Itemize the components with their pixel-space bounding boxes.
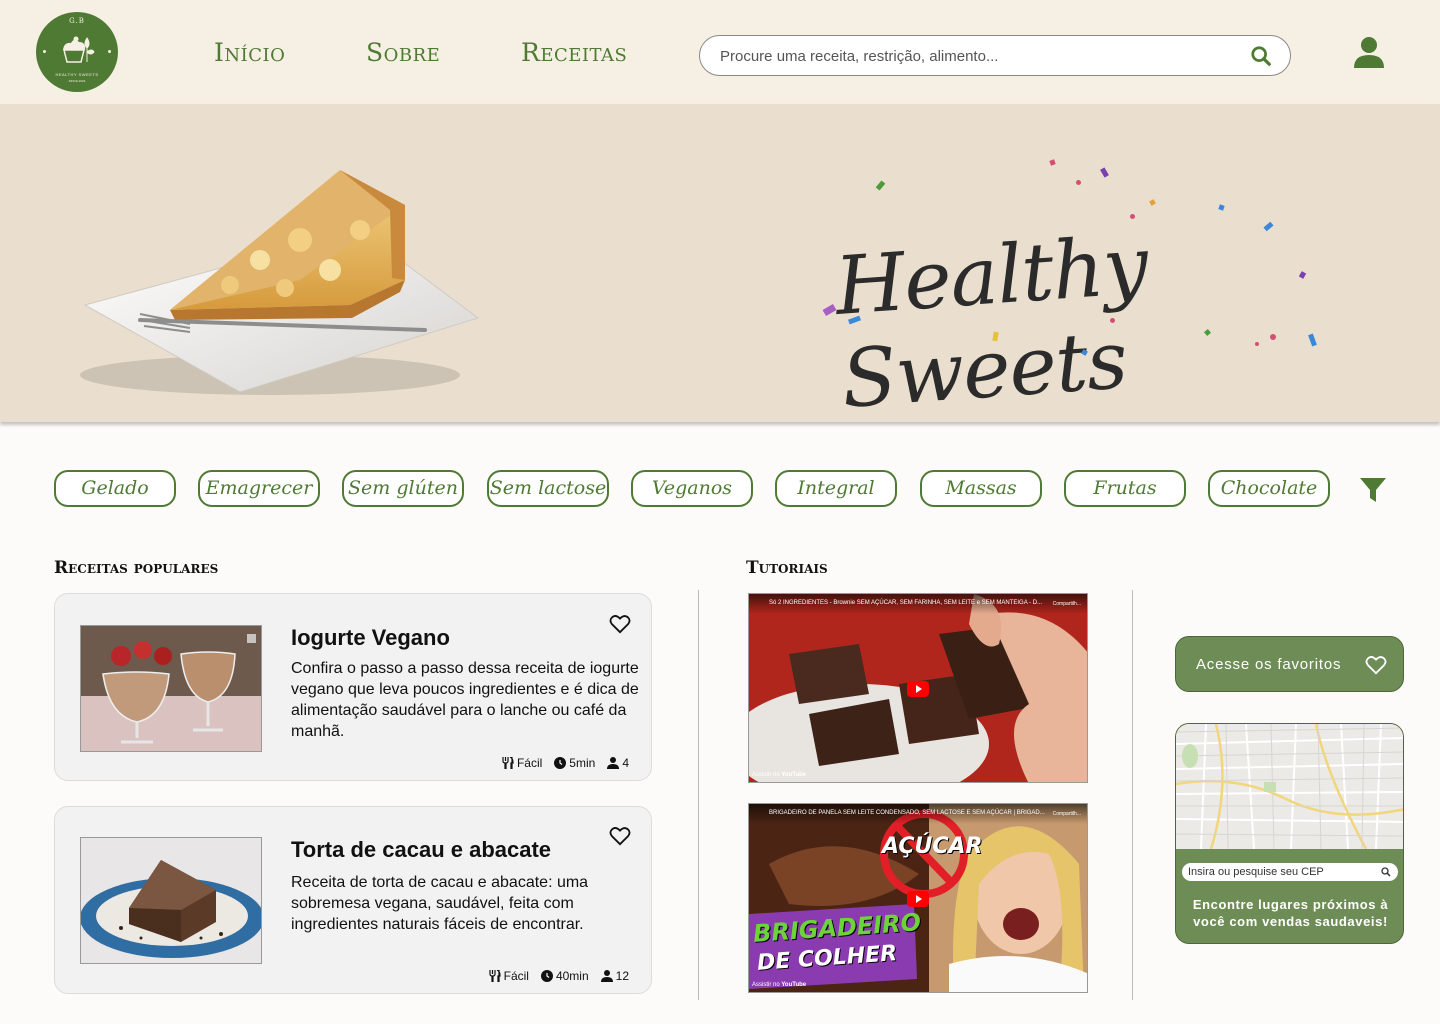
video-embed[interactable]: AÇÚCAR BRIGADEIRO DE COLHER BRIGADEIRO D… xyxy=(748,803,1088,993)
logo-since: SINCE 2023 xyxy=(68,79,86,83)
confetti xyxy=(875,180,886,191)
search-icon[interactable] xyxy=(1381,867,1391,877)
nearby-stores-text: Encontre lugares próximos à você com ven… xyxy=(1176,896,1403,930)
hero-banner: Healthy Sweets xyxy=(0,104,1440,422)
user-icon[interactable] xyxy=(1353,36,1385,68)
watch-on-youtube[interactable]: Assistir no YouTube xyxy=(752,982,806,988)
confetti xyxy=(1076,180,1081,185)
servings-label: 12 xyxy=(615,969,629,983)
thumbnail-text: AÇÚCAR xyxy=(882,834,983,859)
confetti xyxy=(1149,199,1156,206)
video-title[interactable]: BRIGADEIRO DE PANELA SEM LEITE CONDENSAD… xyxy=(749,804,1087,824)
nearby-stores-line1: Encontre lugares próximos à xyxy=(1192,897,1389,912)
recipe-description: Confira o passo a passo dessa receita de… xyxy=(291,660,639,740)
cep-search xyxy=(1182,863,1398,881)
recipe-title[interactable]: Iogurte Vegano xyxy=(291,625,450,651)
recipe-card[interactable]: Iogurte Vegano Confira o passo a passo d… xyxy=(54,593,652,781)
difficulty-info: Fácil xyxy=(489,969,529,983)
recipe-card[interactable]: Torta de cacau e abacate Receita de tort… xyxy=(54,806,652,994)
watch-label: Assistir no xyxy=(752,982,780,988)
servings-info: 12 xyxy=(600,969,629,983)
popular-recipes-title: Receitas populares xyxy=(54,558,219,578)
favorites-button[interactable]: Acesse os favoritos xyxy=(1175,636,1404,692)
filter-chip-chocolate[interactable]: Chocolate xyxy=(1208,470,1330,507)
filter-icon[interactable] xyxy=(1359,476,1387,504)
platform-label: YouTube xyxy=(781,982,807,988)
filter-chip-frutas[interactable]: Frutas xyxy=(1064,470,1186,507)
share-label[interactable]: Compartilh... xyxy=(1053,601,1081,607)
map-image[interactable] xyxy=(1176,724,1404,849)
confetti xyxy=(1049,159,1056,166)
platform-label: YouTube xyxy=(781,772,807,778)
filter-chip-massas[interactable]: Massas xyxy=(920,470,1042,507)
play-icon[interactable] xyxy=(907,891,929,907)
filter-chip-emagrecer[interactable]: Emagrecer xyxy=(198,470,320,507)
recipe-image xyxy=(80,625,262,752)
time-label: 5min xyxy=(569,756,596,770)
time-label: 40min xyxy=(555,969,589,983)
watch-on-youtube[interactable]: Assistir no YouTube xyxy=(752,772,806,778)
search-icon[interactable] xyxy=(1250,45,1272,67)
difficulty-label: Fácil xyxy=(516,756,543,770)
servings-info: 4 xyxy=(607,756,629,770)
time-info: 5min xyxy=(554,756,595,770)
confetti xyxy=(1270,334,1276,340)
video-embed[interactable]: Só 2 INGREDIENTES - Brownie SEM AÇÚCAR, … xyxy=(748,593,1088,783)
play-icon[interactable] xyxy=(907,681,929,697)
watch-label: Assistir no xyxy=(752,772,780,778)
difficulty-label: Fácil xyxy=(503,969,529,983)
pie-slice-image xyxy=(80,170,480,395)
cupcake-icon xyxy=(63,36,95,63)
column-divider xyxy=(1132,590,1133,1000)
filter-chip-integral[interactable]: Integral xyxy=(775,470,897,507)
recipe-image xyxy=(80,837,262,964)
filter-chip-veganos[interactable]: Veganos xyxy=(631,470,753,507)
confetti xyxy=(1100,167,1109,178)
nav-receitas[interactable]: Receitas xyxy=(521,38,627,67)
confetti xyxy=(1110,318,1115,323)
confetti xyxy=(822,303,837,317)
brand-logo[interactable]: G.B HEALTHY SWEETS SINCE 2023 xyxy=(36,12,118,92)
time-info: 40min xyxy=(540,969,589,983)
recipe-meta: Fácil 40min 12 xyxy=(489,969,629,983)
share-label[interactable]: Compartilh... xyxy=(1053,811,1081,817)
favorite-heart-icon[interactable] xyxy=(609,614,631,634)
clock-icon xyxy=(540,970,553,982)
logo-name: HEALTHY SWEETS xyxy=(55,72,99,77)
difficulty-info: Fácil xyxy=(502,756,542,770)
filter-chip-sem-lactose[interactable]: Sem lactose xyxy=(487,470,609,507)
video-title[interactable]: Só 2 INGREDIENTES - Brownie SEM AÇÚCAR, … xyxy=(749,594,1087,614)
search-bar xyxy=(699,35,1291,76)
confetti xyxy=(1130,214,1135,219)
filter-chip-sem-gluten[interactable]: Sem glúten xyxy=(342,470,464,507)
cep-input[interactable] xyxy=(1188,865,1378,879)
filter-chip-gelado[interactable]: Gelado xyxy=(54,470,176,507)
confetti xyxy=(1255,342,1259,346)
person-icon xyxy=(600,970,613,982)
search-input[interactable] xyxy=(720,44,1240,68)
nearby-stores-line2: você com vendas saudaveis! xyxy=(1193,914,1388,929)
recipe-meta: Fácil 5min 4 xyxy=(502,756,629,770)
favorite-heart-icon[interactable] xyxy=(609,826,631,846)
confetti xyxy=(1218,204,1225,211)
column-divider xyxy=(698,590,699,1000)
clock-icon xyxy=(554,757,567,769)
servings-label: 4 xyxy=(622,756,629,770)
logo-initials: G.B xyxy=(69,17,85,25)
heart-icon xyxy=(1365,656,1387,675)
utensils-icon xyxy=(489,970,501,982)
nearby-stores-card: Encontre lugares próximos à você com ven… xyxy=(1175,723,1404,944)
recipe-description: Receita de torta de cacau e abacate: uma… xyxy=(291,874,589,933)
hero-title: Healthy Sweets xyxy=(832,218,1151,422)
nav-inicio[interactable]: Início xyxy=(214,38,285,67)
utensils-icon xyxy=(502,757,514,769)
favorites-label: Acesse os favoritos xyxy=(1196,656,1342,673)
tutorials-title: Tutoriais xyxy=(746,558,828,578)
recipe-title[interactable]: Torta de cacau e abacate xyxy=(291,837,551,863)
header: G.B HEALTHY SWEETS SINCE 2023 Início Sob… xyxy=(0,0,1440,104)
person-icon xyxy=(607,757,620,769)
nav-sobre[interactable]: Sobre xyxy=(366,38,440,67)
